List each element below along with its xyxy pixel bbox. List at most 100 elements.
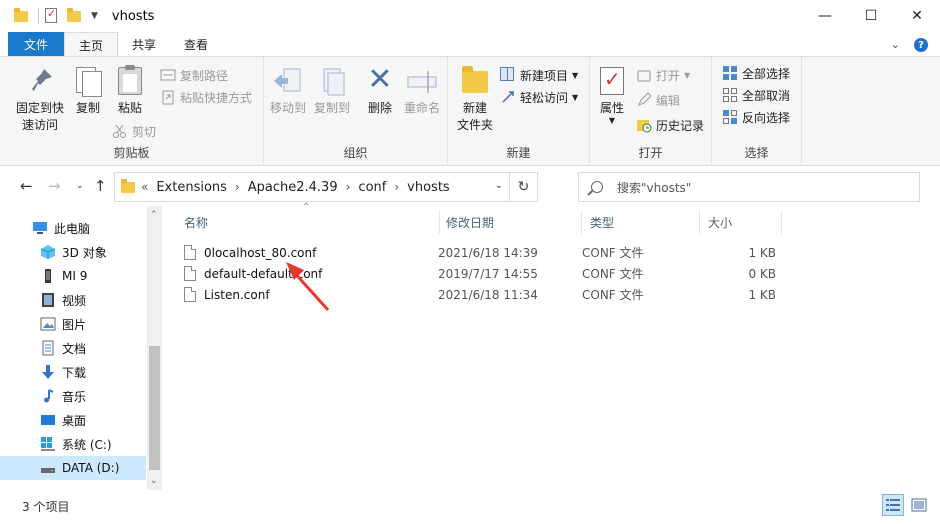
rename-label: 重命名 xyxy=(403,101,440,115)
refresh-icon[interactable]: ↻ xyxy=(509,173,537,201)
sidebar-item-pictures[interactable]: 图片 xyxy=(0,312,146,336)
chevron-right-icon[interactable]: › xyxy=(233,180,242,194)
close-button[interactable]: ✕ xyxy=(894,0,940,32)
select-all-button[interactable]: 全部选择 xyxy=(722,63,790,83)
column-header-date[interactable]: 修改日期 xyxy=(438,210,582,234)
address-dropdown-chevron-icon[interactable]: ⌄ xyxy=(495,180,503,191)
edit-label: 编辑 xyxy=(656,93,681,108)
table-row[interactable]: 0localhost_80.conf 2021/6/18 14:39 CONF … xyxy=(184,242,776,263)
properties-button[interactable]: 属性 ▼ xyxy=(594,65,630,125)
ribbon: 固定到快 速访问 复制 粘贴 复制路径 粘贴快捷方式 剪切 剪贴板 移动到 复制… xyxy=(0,56,940,166)
up-arrow-icon[interactable]: ↑ xyxy=(94,177,107,195)
sidebar-item-label: MI 9 xyxy=(62,269,88,283)
new-item-button[interactable]: 新建项目 ▼ xyxy=(500,65,578,85)
pin-label-2: 速访问 xyxy=(21,118,58,132)
new-folder-button[interactable]: 新建 文件夹 xyxy=(454,65,496,134)
pin-to-quick-access-button[interactable]: 固定到快 速访问 xyxy=(12,65,68,134)
file-date: 2021/6/18 14:39 xyxy=(438,245,538,260)
file-size: 1 KB xyxy=(748,287,776,302)
history-label: 历史记录 xyxy=(656,118,705,133)
crumb-extensions[interactable]: Extensions xyxy=(150,180,233,195)
copy-path-button[interactable]: 复制路径 xyxy=(160,65,228,85)
column-header-type[interactable]: 类型 xyxy=(582,210,700,234)
item-count: 3 个项目 xyxy=(22,500,70,514)
sidebar-item-videos[interactable]: 视频 xyxy=(0,288,146,312)
maximize-button[interactable]: ☐ xyxy=(848,0,894,32)
invert-selection-icon xyxy=(722,109,738,125)
delete-button[interactable]: ✕ 删除 xyxy=(364,65,396,117)
expand-ribbon-chevron-icon[interactable]: ⌄ xyxy=(891,38,900,52)
copy-button[interactable]: 复制 xyxy=(70,65,106,117)
scroll-down-chevron-icon[interactable]: ⌄ xyxy=(150,476,158,486)
open-button[interactable]: 打开 ▼ xyxy=(636,65,690,85)
search-input[interactable]: 搜索"vhosts" xyxy=(578,172,920,202)
select-none-button[interactable]: 全部取消 xyxy=(722,85,790,105)
details-view-icon[interactable] xyxy=(882,494,904,516)
window-title: vhosts xyxy=(111,8,155,24)
sidebar-item-documents[interactable]: 文档 xyxy=(0,336,146,360)
file-list: ⌃ 名称 修改日期 类型 大小 0localhost_80.conf 2021/… xyxy=(168,202,940,490)
paste-shortcut-button[interactable]: 粘贴快捷方式 xyxy=(160,87,252,107)
sidebar-item-downloads[interactable]: 下载 xyxy=(0,360,146,384)
column-header-size[interactable]: 大小 xyxy=(700,210,782,234)
sidebar-scrollbar[interactable]: ⌃ ⌄ xyxy=(147,206,162,490)
forward-arrow-icon[interactable]: → xyxy=(48,177,61,195)
large-icons-view-icon[interactable] xyxy=(908,494,930,516)
drive-icon xyxy=(40,460,56,476)
minimize-button[interactable]: — xyxy=(802,0,848,32)
overflow-crumb[interactable]: « xyxy=(139,180,150,194)
easy-access-button[interactable]: 轻松访问 ▼ xyxy=(500,87,578,107)
chevron-right-icon[interactable]: › xyxy=(344,180,353,194)
table-row[interactable]: Listen.conf 2021/6/18 11:34 CONF 文件 1 KB xyxy=(184,284,776,305)
properties-icon xyxy=(596,65,628,97)
back-arrow-icon[interactable]: ← xyxy=(20,177,33,195)
copy-to-label: 复制到 xyxy=(313,101,350,115)
edit-button[interactable]: 编辑 xyxy=(636,90,680,110)
sidebar-item-label: 系统 (C:) xyxy=(62,437,112,452)
navigation-bar: ← → ⌄ ↑ « Extensions › Apache2.4.39 › co… xyxy=(0,167,940,205)
tab-view[interactable]: 查看 xyxy=(170,32,222,56)
sidebar-item-music[interactable]: 音乐 xyxy=(0,384,146,408)
sidebar-item-desktop[interactable]: 桌面 xyxy=(0,408,146,432)
crumb-apache[interactable]: Apache2.4.39 xyxy=(242,180,344,195)
quick-access-toolbar: ▼ xyxy=(0,0,98,32)
history-button[interactable]: 历史记录 xyxy=(636,115,704,135)
new-folder-label-2: 文件夹 xyxy=(456,118,493,132)
crumb-vhosts[interactable]: vhosts xyxy=(401,180,456,195)
chevron-right-icon[interactable]: › xyxy=(392,180,401,194)
sidebar-item-drive-d[interactable]: DATA (D:) xyxy=(0,456,146,480)
new-folder-icon[interactable] xyxy=(67,8,83,24)
help-icon[interactable]: ? xyxy=(914,38,928,52)
recent-locations-chevron-icon[interactable]: ⌄ xyxy=(76,181,84,191)
sidebar-item-drive-c[interactable]: 系统 (C:) xyxy=(0,432,146,456)
invert-selection-button[interactable]: 反向选择 xyxy=(722,107,790,127)
new-group-label: 新建 xyxy=(506,146,531,160)
easy-access-icon xyxy=(500,89,516,105)
select-group-label: 选择 xyxy=(744,146,769,160)
delete-label: 删除 xyxy=(367,101,392,115)
tab-file[interactable]: 文件 xyxy=(8,32,65,56)
tab-share[interactable]: 共享 xyxy=(118,32,170,56)
desktop-icon xyxy=(40,412,56,428)
scrollbar-thumb[interactable] xyxy=(149,346,160,470)
paste-button[interactable]: 粘贴 xyxy=(112,65,148,117)
tab-home[interactable]: 主页 xyxy=(64,32,119,57)
sidebar-item-mi9[interactable]: MI 9 xyxy=(0,264,146,288)
scroll-up-chevron-icon[interactable]: ⌃ xyxy=(150,210,158,220)
annotation-arrow-icon xyxy=(286,262,330,312)
sidebar-item-this-pc[interactable]: 此电脑 xyxy=(0,216,146,240)
crumb-conf[interactable]: conf xyxy=(352,180,392,195)
properties-icon[interactable] xyxy=(45,7,61,24)
new-folder-label-1: 新建 xyxy=(462,101,487,115)
cut-button[interactable]: 剪切 xyxy=(112,121,156,141)
music-note-icon xyxy=(40,388,56,404)
move-to-button[interactable]: 移动到 xyxy=(268,65,308,117)
address-bar[interactable]: « Extensions › Apache2.4.39 › conf › vho… xyxy=(114,172,538,202)
table-row[interactable]: default-default.conf 2019/7/17 14:55 CON… xyxy=(184,263,776,284)
copy-to-button[interactable]: 复制到 xyxy=(312,65,352,117)
new-folder-icon xyxy=(459,65,491,97)
column-header-name[interactable]: 名称 xyxy=(176,210,440,234)
sidebar-item-3d-objects[interactable]: 3D 对象 xyxy=(0,240,146,264)
rename-button[interactable]: 重命名 xyxy=(402,65,442,117)
customize-toolbar-chevron-icon[interactable]: ▼ xyxy=(91,11,98,21)
